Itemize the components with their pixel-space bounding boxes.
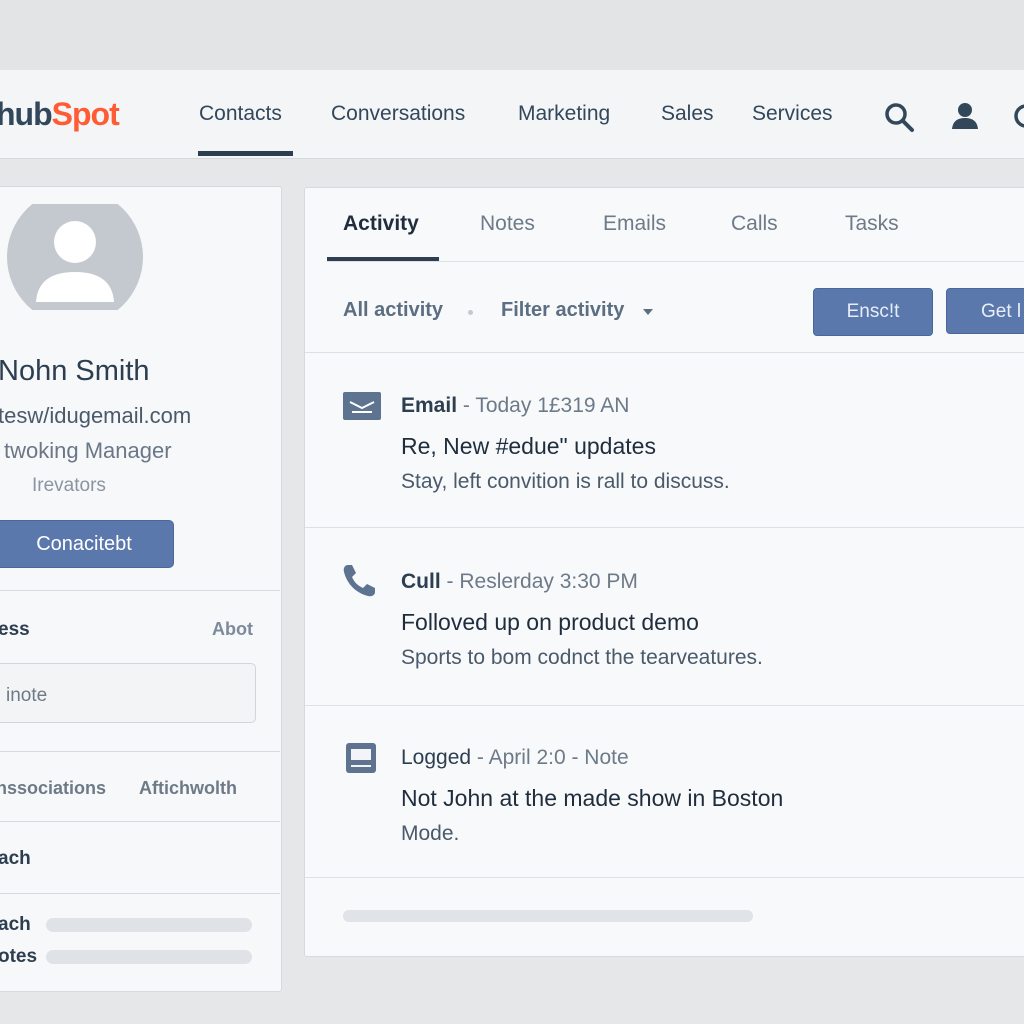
section-label: ess <box>0 619 30 640</box>
filter-activity-dropdown[interactable]: Filter activity <box>501 299 624 322</box>
activity-title[interactable]: Folloved up on product demo <box>401 609 699 636</box>
loading-placeholder-bar <box>343 910 753 922</box>
user-icon[interactable] <box>949 100 981 132</box>
divider <box>305 877 1024 878</box>
top-navbar <box>0 70 1024 159</box>
hubspot-logo[interactable]: hubSpot <box>0 96 120 133</box>
contact-name: Nohn Smith <box>0 355 150 387</box>
associations-link[interactable]: nssociations <box>0 778 106 799</box>
primary-action-button[interactable]: Ensc!t <box>813 288 933 336</box>
phone-icon <box>343 565 375 597</box>
nav-marketing[interactable]: Marketing <box>518 102 610 126</box>
activity-header: Cull - Reslerday 3:30 PM <box>401 570 638 593</box>
tab-notes[interactable]: Notes <box>480 212 535 236</box>
list-label: ach <box>0 914 31 935</box>
email-icon <box>343 392 381 420</box>
about-link[interactable]: Abot <box>212 619 253 640</box>
contact-job-title: twoking Manager <box>4 438 172 463</box>
search-icon[interactable] <box>882 100 916 134</box>
settings-icon[interactable] <box>1012 100 1024 134</box>
nav-services[interactable]: Services <box>752 102 833 126</box>
note-placeholder: inote <box>6 685 48 706</box>
tab-activity[interactable]: Activity <box>343 212 419 236</box>
all-activity-filter[interactable]: All activity <box>343 299 443 322</box>
nav-contacts[interactable]: Contacts <box>199 102 282 126</box>
tab-tasks[interactable]: Tasks <box>845 212 899 236</box>
section-label: ach <box>0 848 31 869</box>
contact-company: Irevators <box>32 475 106 496</box>
note-icon <box>346 743 376 773</box>
secondary-action-button[interactable]: Get l <box>946 288 1024 334</box>
activity-title[interactable]: Not John at the made show in Boston <box>401 785 783 812</box>
activity-body: Stay, left convition is rall to discuss. <box>401 470 730 493</box>
tab-emails[interactable]: Emails <box>603 212 666 236</box>
divider <box>0 893 280 894</box>
divider <box>0 590 280 591</box>
placeholder-bar <box>46 918 252 932</box>
divider <box>305 705 1024 706</box>
divider <box>0 821 280 822</box>
activity-body: Mode. <box>401 822 460 845</box>
activity-body: Sports to bom codnct the tearveatures. <box>401 646 763 669</box>
divider <box>0 751 280 752</box>
chevron-down-icon[interactable] <box>642 308 654 316</box>
contact-action-button[interactable]: Conacitebt <box>0 520 174 568</box>
nav-conversations[interactable]: Conversations <box>331 102 465 126</box>
divider <box>305 352 1024 353</box>
list-label: otes <box>0 946 38 967</box>
nav-sales[interactable]: Sales <box>661 102 714 126</box>
attachments-link[interactable]: Aftichwolth <box>139 778 237 799</box>
separator-dot <box>468 310 473 315</box>
nav-active-indicator <box>198 151 293 156</box>
window-top-strip <box>0 0 1024 70</box>
tabs-divider <box>327 261 1024 262</box>
placeholder-bar <box>46 950 252 964</box>
activity-title[interactable]: Re, New #edue" updates <box>401 433 656 460</box>
avatar <box>7 204 143 310</box>
divider <box>305 527 1024 528</box>
activity-header: Logged - April 2:0 - Note <box>401 746 629 769</box>
contact-email[interactable]: tesw/idugemail.com <box>0 403 191 429</box>
activity-header: Email - Today 1£319 AN <box>401 394 630 417</box>
tab-calls[interactable]: Calls <box>731 212 778 236</box>
